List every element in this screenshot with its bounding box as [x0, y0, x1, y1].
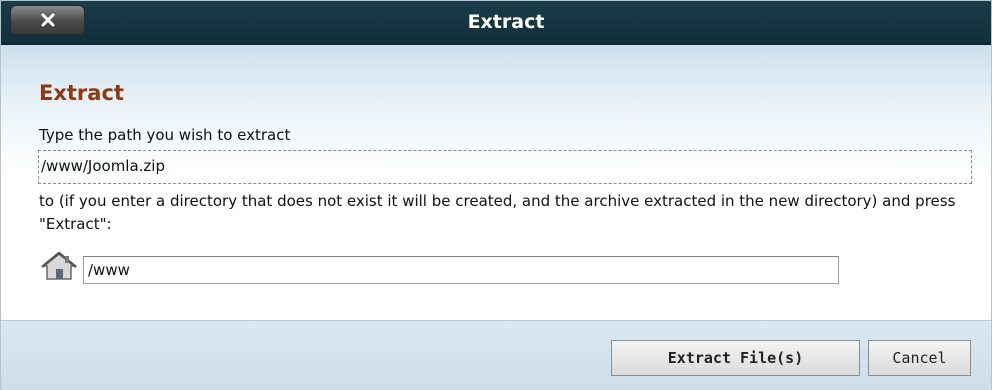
destination-input[interactable]	[83, 256, 839, 284]
extract-dialog: Extract Extract Type the path you wish t…	[0, 0, 992, 390]
source-path-field: /www/Joomla.zip	[38, 150, 972, 184]
cancel-button[interactable]: Cancel	[868, 340, 971, 376]
extract-files-button[interactable]: Extract File(s)	[611, 340, 860, 376]
close-icon	[41, 13, 54, 27]
title-bar: Extract	[1, 1, 991, 45]
dialog-title: Extract	[467, 11, 545, 33]
section-heading: Extract	[39, 81, 124, 105]
home-icon	[41, 251, 77, 280]
dialog-footer: Extract File(s) Cancel	[1, 320, 991, 390]
source-label: Type the path you wish to extract	[39, 126, 291, 144]
close-button[interactable]	[10, 5, 85, 35]
destination-label: to (if you enter a directory that does n…	[39, 192, 956, 233]
dialog-body: Extract Type the path you wish to extrac…	[1, 45, 991, 320]
